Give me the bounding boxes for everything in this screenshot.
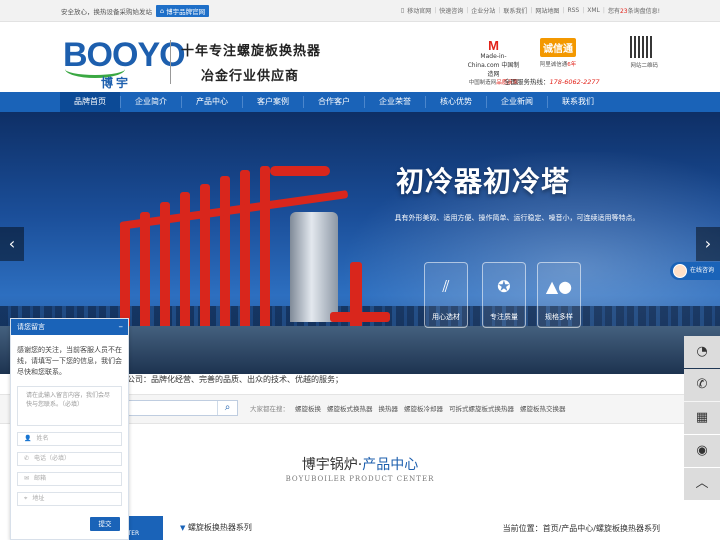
mobile-icon: ▯ [400,7,405,14]
nav-products[interactable]: 产品中心 [182,92,242,112]
inquiry-notice[interactable]: 您有23条询盘信息! [608,6,660,15]
announcement-marquee: 公司：品牌化经营、完善的品质、出众的技术、优越的服务； [127,375,343,384]
nav-honors[interactable]: 企业荣誉 [365,92,425,112]
online-consult-tab[interactable]: 在线咨询 [670,262,720,280]
keyword-link[interactable]: 螺旋板冷却器 [404,403,443,413]
nav-partners[interactable]: 合作客户 [304,92,364,112]
top-link-rss[interactable]: RSS [567,7,579,14]
hotline: 全国服务热线：178-6062-2277 [504,78,600,86]
home-icon: ⌂ [160,6,165,15]
name-field[interactable]: 👤 姓名 [17,432,122,446]
feature-material: ⫽ 用心选材 [424,262,468,328]
nav-contact[interactable]: 联系我们 [548,92,608,112]
banner-prev-button[interactable]: ‹ [0,227,24,261]
chevron-left-icon: ‹ [8,234,16,253]
slogan: 十年专注螺旋板换热器 冶金行业供应商 [170,40,321,84]
keyword-link[interactable]: 换热器 [379,403,399,413]
triangle-down-icon: ▼ [180,524,186,532]
nav-advantages[interactable]: 核心优势 [426,92,486,112]
feature-quality: ✪ 专注质量 [482,262,526,328]
banner-title: 初冷器初冷塔 [396,165,571,198]
keyword-link[interactable]: 螺旋板热交换器 [520,403,566,413]
brand-official-badge[interactable]: ⌂ 博宇品牌官网 [156,4,210,17]
shapes-icon: ▲● [545,277,573,296]
top-link-xml[interactable]: XML [587,7,600,14]
feature-specs: ▲● 规格多样 [537,262,581,328]
top-strip: 安全放心，换热设备采购始发站 ⌂ 博宇品牌官网 ▯ 移动官网 | 快速咨询 | 企业… [0,0,720,22]
alibaba-cxt-badge[interactable]: 诚信通 阿里诚信通6年 [533,38,583,68]
user-icon: 👤 [24,435,32,442]
nav-news[interactable]: 企业新闻 [487,92,547,112]
search-input[interactable]: ⌕ [128,400,238,416]
chat-header[interactable]: 请您留言 – [11,319,128,335]
nav-about[interactable]: 企业简介 [121,92,181,112]
site-header: BOOYO 博宇 十年专注螺旋板换热器 冶金行业供应商 M Made-in-Ch… [0,22,720,92]
minimize-icon[interactable]: – [119,319,124,335]
top-link-consult[interactable]: 快速咨询 [439,6,463,15]
search-button[interactable]: ⌕ [217,401,237,415]
nav-home[interactable]: 品牌首页 [60,92,120,112]
chat-widget: 请您留言 – 感谢您的关注，当前客服人员不在线，请填写一下您的信息，我们会尽快和… [10,318,129,540]
address-field[interactable]: ⌖ 地址 [17,492,122,506]
banner-next-button[interactable]: › [696,227,720,261]
top-link-contact[interactable]: 联系我们 [503,6,527,15]
keyword-link[interactable]: 螺旋板式换热器 [327,403,373,413]
back-to-top-icon[interactable]: ︿ [684,468,720,500]
location-icon: ⌖ [24,495,28,502]
made-in-china-logo: M [488,38,499,53]
qq-icon[interactable]: ◔ [684,336,720,368]
banner-desc: 具有外形美观、适用方便、操作简单、运行稳定、噪音小，可连续适用等特点。 [394,214,640,222]
category-title[interactable]: ▼ 螺旋板换热器系列 [180,522,252,533]
qrcode-icon[interactable]: ▦ [684,402,720,434]
breadcrumb[interactable]: 当前位置：首页/产品中心/螺旋板换热器系列 [503,523,660,534]
hot-keywords: 大家都在搜： 螺旋板换 螺旋板式换热器 换热器 螺旋板冷却器 可拆式螺旋板式换热… [250,403,566,413]
qrcode-icon [630,36,652,58]
message-icon[interactable]: ◉ [684,435,720,467]
qrcode-label: 网站二维码 [630,63,658,69]
avatar [673,264,687,278]
main-nav: 品牌首页 企业简介 产品中心 客户案例 合作客户 企业荣誉 核心优势 企业新闻 … [0,92,720,112]
top-link-branch[interactable]: 企业分站 [471,6,495,15]
phone-icon: ✆ [24,455,30,462]
hotline-number[interactable]: 178-6062-2277 [550,78,600,86]
chat-message: 感谢您的关注，当前客服人员不在线，请填写一下您的信息，我们会尽快和您联系。 [17,346,122,376]
logo[interactable]: BOOYO 博宇 [63,36,186,90]
chevron-right-icon: › [704,234,712,253]
nav-cases[interactable]: 客户案例 [243,92,303,112]
mail-icon: ✉ [24,475,30,482]
right-float-toolbar: ◔ ✆ ▦ ◉ ︿ [684,336,720,501]
top-link-mobile[interactable]: 移动官网 [407,6,431,15]
phone-icon[interactable]: ✆ [684,369,720,401]
email-field[interactable]: ✉ 邮箱 [17,472,122,486]
top-link-sitemap[interactable]: 网站地图 [535,6,559,15]
keyword-link[interactable]: 可拆式螺旋板式换热器 [449,403,514,413]
keyword-link[interactable]: 螺旋板换 [295,403,321,413]
medal-icon: ✪ [497,277,511,296]
phone-field[interactable]: ✆ 电话（必填） [17,452,122,466]
message-textarea[interactable]: 请在此输入留言内容，我们会尽快与您联系。（必填） [17,386,122,426]
pipes-icon: ⫽ [442,277,450,296]
search-icon: ⌕ [224,402,231,413]
welcome-text: 安全放心，换热设备采购始发站 [61,7,152,16]
submit-button[interactable]: 提交 [90,517,120,531]
